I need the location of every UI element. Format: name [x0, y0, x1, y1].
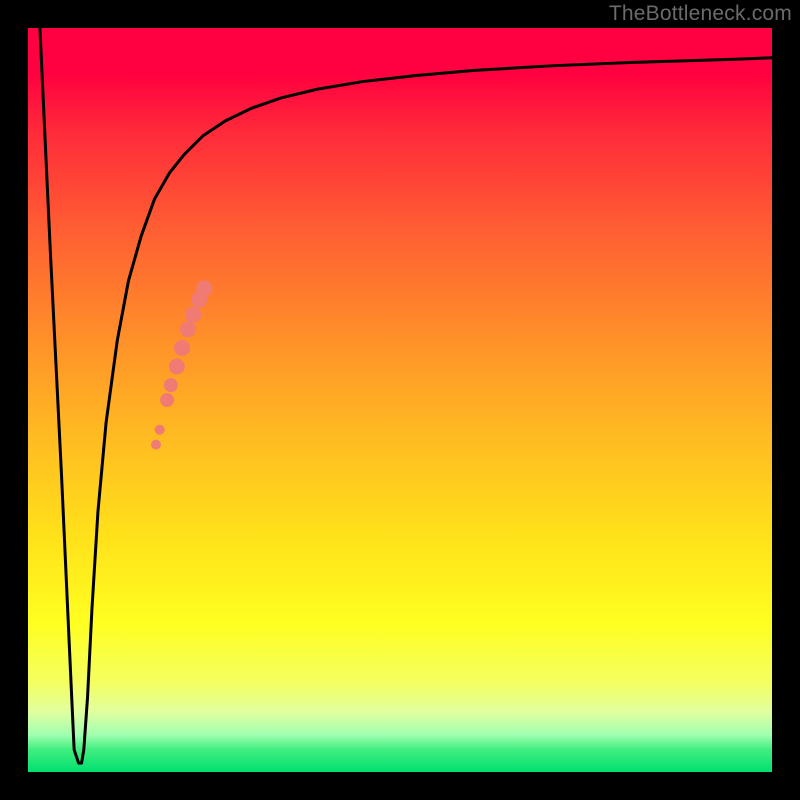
marker-dot [196, 280, 212, 296]
watermark-text: TheBottleneck.com [609, 2, 792, 26]
chart-svg [28, 28, 772, 772]
marker-dot [174, 340, 190, 356]
marker-dot [151, 440, 161, 450]
chart-frame: TheBottleneck.com [0, 0, 800, 800]
marker-dot [164, 378, 178, 392]
bottleneck-curve-line [40, 28, 772, 763]
marker-dot [160, 393, 174, 407]
marker-dot [169, 359, 185, 375]
marker-dots-layer [151, 280, 212, 449]
marker-dot [185, 306, 201, 322]
marker-dot [180, 321, 196, 337]
marker-dot [155, 425, 165, 435]
plot-area [28, 28, 772, 772]
